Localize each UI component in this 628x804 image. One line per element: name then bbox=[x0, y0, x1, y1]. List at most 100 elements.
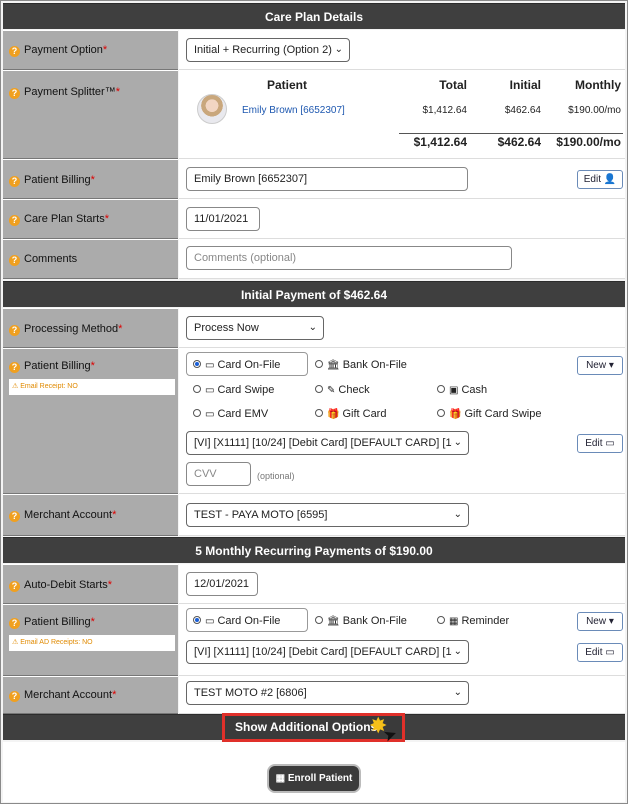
processing-method-label-cell: ? Processing Method* bbox=[3, 308, 178, 348]
pen-icon: ✎ bbox=[327, 385, 336, 396]
radio-check[interactable]: ✎ Check bbox=[315, 383, 370, 398]
help-icon[interactable]: ? bbox=[9, 362, 20, 373]
edit-card-button[interactable]: Edit ▭ bbox=[577, 434, 623, 453]
care-plan-start-date[interactable]: 11/01/2021 bbox=[186, 207, 260, 231]
payment-splitter-cell: Patient Total Initial Monthly Emily Brow… bbox=[179, 70, 625, 159]
col-monthly-header: Monthly bbox=[575, 78, 621, 92]
user-icon: 👤 bbox=[603, 174, 617, 185]
calendar-icon: ▦ bbox=[449, 616, 459, 627]
credit-card-icon: ▭ bbox=[205, 360, 215, 371]
new-recurring-button[interactable]: New ▾ bbox=[577, 612, 623, 631]
caret-down-icon: ▾ bbox=[608, 360, 614, 371]
auto-debit-cell: 12/01/2021 bbox=[179, 564, 625, 604]
initial-billing-label: Patient Billing bbox=[24, 360, 91, 372]
col-initial-header: Initial bbox=[509, 78, 541, 92]
radio-card-emv[interactable]: ▭ Card EMV bbox=[193, 407, 268, 422]
col-patient-header: Patient bbox=[267, 78, 308, 92]
payment-option-label: Payment Option bbox=[24, 44, 103, 56]
help-icon[interactable]: ? bbox=[9, 325, 20, 336]
help-icon[interactable]: ? bbox=[9, 691, 20, 702]
help-icon[interactable]: ? bbox=[9, 618, 20, 629]
warning-icon: ⚠ bbox=[12, 639, 19, 646]
payment-option-select[interactable]: Initial + Recurring (Option 2) ⌄ bbox=[186, 38, 350, 62]
credit-card-icon: ▭ bbox=[205, 616, 215, 627]
email-receipt-warning: ⚠ Email Receipt: NO bbox=[9, 379, 175, 395]
help-icon[interactable]: ? bbox=[9, 88, 20, 99]
chevron-down-icon: ⌄ bbox=[451, 432, 462, 454]
merchant-account-select[interactable]: TEST - PAYA MOTO [6595] ⌄ bbox=[186, 503, 469, 527]
chevron-down-icon: ⌄ bbox=[453, 509, 462, 520]
initial-card-select[interactable]: [VI] [X1111] [10/24] [Debit Card] [DEFAU… bbox=[186, 431, 469, 455]
processing-method-select[interactable]: Process Now ⌄ bbox=[186, 316, 324, 340]
radio-gift-card[interactable]: 🎁 Gift Card bbox=[315, 407, 386, 422]
recurring-card-select[interactable]: [VI] [X1111] [10/24] [Debit Card] [DEFAU… bbox=[186, 640, 469, 664]
merchant-account-label-cell: ? Merchant Account* bbox=[3, 494, 178, 536]
row-monthly: $190.00/mo bbox=[568, 105, 621, 116]
sum-total: $1,412.64 bbox=[413, 135, 467, 149]
email-ad-warning: ⚠ Email AD Receipts: NO bbox=[9, 635, 175, 651]
recurring-merchant-select[interactable]: TEST MOTO #2 [6806] ⌄ bbox=[186, 681, 469, 705]
help-icon[interactable]: ? bbox=[9, 176, 20, 187]
comments-input[interactable]: Comments (optional) bbox=[186, 246, 512, 270]
col-total-header: Total bbox=[439, 78, 467, 92]
row-total: $1,412.64 bbox=[422, 105, 468, 116]
radio-card-on-file[interactable]: ▭ Card On-File bbox=[193, 358, 280, 373]
chevron-down-icon: ⌄ bbox=[453, 687, 462, 698]
recurring-payments-header: 5 Monthly Recurring Payments of $190.00 bbox=[3, 537, 625, 563]
chevron-down-icon: ⌄ bbox=[334, 44, 343, 55]
initial-billing-label-cell: ? Patient Billing* ⚠ Email Receipt: NO bbox=[3, 348, 178, 494]
radio-card-on-file-recurring[interactable]: ▭ Card On-File bbox=[193, 614, 280, 629]
bank-icon: 🏛 bbox=[327, 360, 340, 371]
care-plan-starts-label: Care Plan Starts bbox=[24, 213, 105, 225]
caret-down-icon: ▾ bbox=[608, 616, 614, 627]
help-icon[interactable]: ? bbox=[9, 581, 20, 592]
radio-card-swipe[interactable]: ▭ Card Swipe bbox=[193, 383, 274, 398]
radio-reminder[interactable]: ▦ Reminder bbox=[437, 614, 509, 629]
radio-gift-card-swipe[interactable]: 🎁 Gift Card Swipe bbox=[437, 407, 541, 422]
recurring-merchant-label: Merchant Account bbox=[24, 689, 113, 701]
radio-bank-on-file[interactable]: 🏛 Bank On-File bbox=[315, 358, 407, 373]
auto-debit-start-date[interactable]: 12/01/2021 bbox=[186, 572, 258, 596]
sum-monthly: $190.00/mo bbox=[556, 135, 621, 149]
payment-option-cell: Initial + Recurring (Option 2) ⌄ bbox=[179, 30, 625, 70]
help-icon[interactable]: ? bbox=[9, 215, 20, 226]
avatar bbox=[197, 94, 227, 124]
recurring-merchant-cell: TEST MOTO #2 [6806] ⌄ bbox=[179, 676, 625, 714]
help-icon[interactable]: ? bbox=[9, 511, 20, 522]
sum-initial: $462.64 bbox=[497, 135, 541, 149]
edit-billing-button[interactable]: Edit 👤 bbox=[577, 170, 623, 189]
patient-link[interactable]: Emily Brown [6652307] bbox=[242, 105, 345, 116]
enroll-patient-button[interactable]: ▦ Enroll Patient bbox=[267, 764, 361, 793]
processing-method-label: Processing Method bbox=[24, 323, 119, 335]
initial-payment-header: Initial Payment of $462.64 bbox=[3, 281, 625, 307]
care-plan-starts-label-cell: ? Care Plan Starts* bbox=[3, 199, 178, 239]
recurring-billing-label: Patient Billing bbox=[24, 616, 91, 628]
patient-billing-field[interactable]: Emily Brown [6652307] bbox=[186, 167, 468, 191]
calculator-icon: ▦ bbox=[275, 773, 286, 784]
help-icon[interactable]: ? bbox=[9, 255, 20, 266]
care-plan-form: Care Plan Details ? Payment Option* Initi… bbox=[0, 0, 628, 804]
recurring-billing-cell: ▭ Card On-File 🏛 Bank On-File ▦ Reminder Ne… bbox=[179, 604, 625, 676]
cvv-hint: (optional) bbox=[257, 471, 295, 481]
edit-recurring-card-button[interactable]: Edit ▭ bbox=[577, 643, 623, 662]
processing-method-cell: Process Now ⌄ bbox=[179, 308, 625, 348]
warning-icon: ⚠ bbox=[12, 383, 19, 390]
credit-card-icon: ▭ bbox=[605, 647, 615, 658]
help-icon[interactable]: ? bbox=[9, 46, 20, 57]
auto-debit-label: Auto-Debit Starts bbox=[24, 579, 108, 591]
radio-bank-on-file-recurring[interactable]: 🏛 Bank On-File bbox=[315, 614, 407, 629]
patient-billing-label-cell: ? Patient Billing* bbox=[3, 159, 178, 199]
patient-billing-cell: Emily Brown [6652307] Edit 👤 bbox=[179, 159, 625, 199]
gift-icon: 🎁 bbox=[327, 409, 340, 420]
recurring-merchant-label-cell: ? Merchant Account* bbox=[3, 676, 178, 714]
radio-cash[interactable]: ▣ Cash bbox=[437, 383, 487, 398]
merchant-account-cell: TEST - PAYA MOTO [6595] ⌄ bbox=[179, 494, 625, 536]
patient-billing-label: Patient Billing bbox=[24, 174, 91, 186]
cvv-input[interactable]: CVV bbox=[186, 462, 251, 486]
credit-card-icon: ▭ bbox=[205, 409, 215, 420]
new-payment-button[interactable]: New ▾ bbox=[577, 356, 623, 375]
auto-debit-label-cell: ? Auto-Debit Starts* bbox=[3, 564, 178, 604]
payment-splitter-label-cell: ? Payment Splitter™* bbox=[3, 70, 178, 159]
care-plan-starts-cell: 11/01/2021 bbox=[179, 199, 625, 239]
bank-icon: 🏛 bbox=[327, 616, 340, 627]
